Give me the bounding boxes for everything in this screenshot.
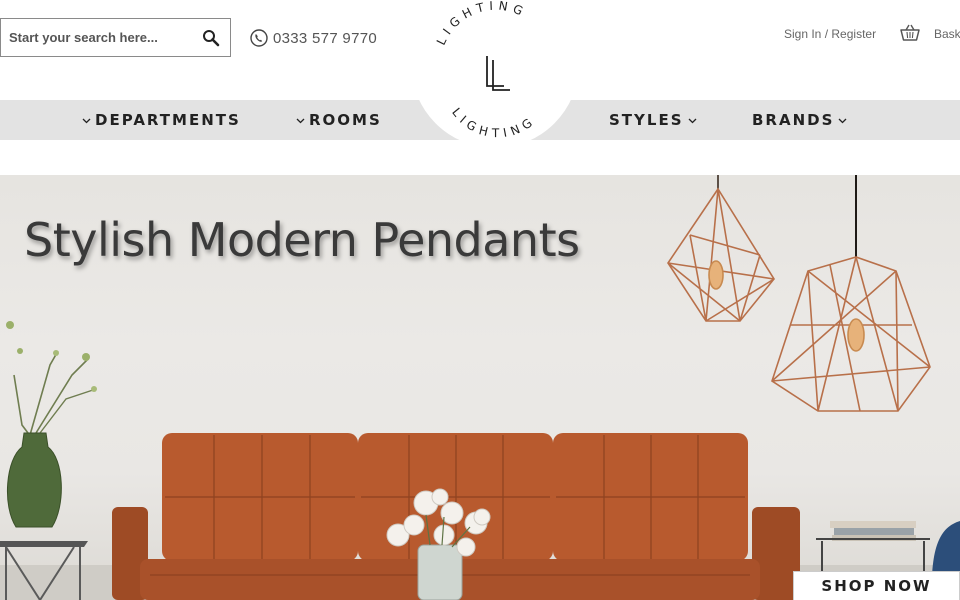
logo-top-text: LIGHTING [434, 0, 525, 47]
basket-icon[interactable] [900, 24, 920, 42]
search-icon[interactable] [202, 29, 220, 47]
nav-label: BRANDS [752, 111, 835, 129]
site-logo[interactable]: LIGHTING LIGHTING [411, 0, 579, 148]
shop-now-button[interactable]: SHOP NOW [793, 571, 960, 600]
account-links: Sign In / Register [784, 27, 876, 41]
nav-label: STYLES [609, 111, 684, 129]
vase-with-branches [0, 321, 97, 600]
pendant-lamp [771, 175, 931, 412]
nav-rooms[interactable]: ROOMS [296, 100, 382, 140]
link-separator: / [824, 27, 829, 41]
logo-ll-monogram [486, 56, 510, 91]
chevron-down-icon [296, 118, 305, 123]
svg-text:LIGHTING: LIGHTING [449, 105, 539, 140]
search-input[interactable] [9, 19, 194, 56]
nav-label: ROOMS [309, 111, 382, 129]
logo-mark: LIGHTING LIGHTING [434, 0, 539, 140]
nav-styles[interactable]: STYLES [609, 100, 697, 140]
svg-text:LIGHTING: LIGHTING [434, 0, 530, 47]
phone-number: 0333 577 9770 [273, 29, 377, 47]
basket-link[interactable]: Basket [934, 27, 960, 41]
hero-banner[interactable]: Stylish Modern Pendants SHOP NOW [0, 175, 960, 600]
nav-brands[interactable]: BRANDS [752, 100, 847, 140]
chevron-down-icon [688, 118, 696, 123]
chevron-down-icon [82, 118, 91, 123]
phone-contact[interactable]: 0333 577 9770 [250, 28, 377, 48]
nav-departments[interactable]: DEPARTMENTS [82, 100, 241, 140]
phone-icon [250, 29, 268, 47]
search-box [0, 18, 231, 57]
chevron-down-icon [838, 118, 847, 123]
pendant-lamp [667, 175, 775, 322]
nav-label: DEPARTMENTS [95, 111, 241, 129]
register-link[interactable]: Register [831, 27, 876, 41]
logo-bottom-text: LIGHTING [449, 105, 534, 140]
sign-in-link[interactable]: Sign In [784, 27, 821, 41]
hero-title: Stylish Modern Pendants [24, 213, 580, 267]
